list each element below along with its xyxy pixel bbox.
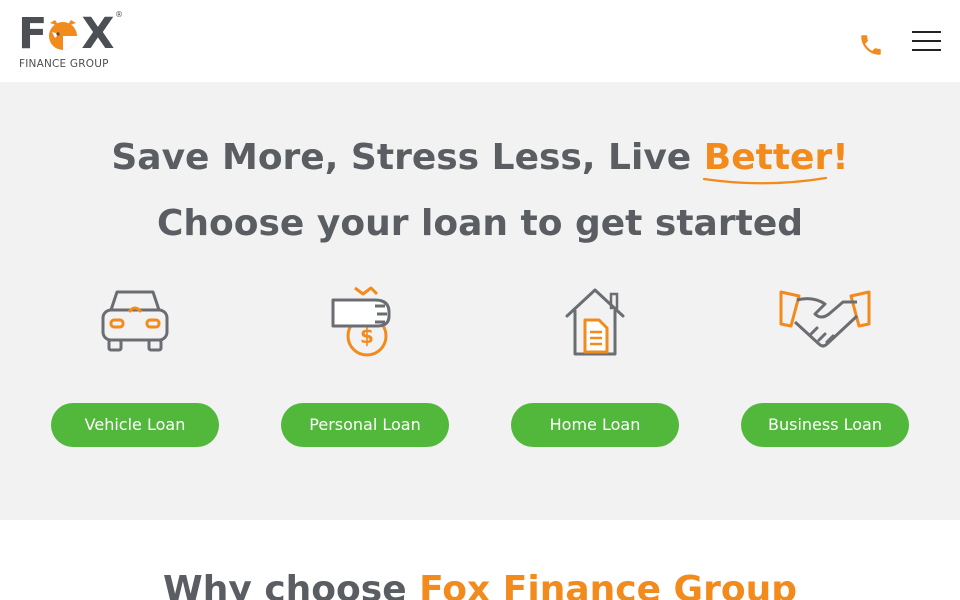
logo-letter-f: F: [18, 9, 47, 59]
hero-section: Save More, Stress Less, Live Better! Cho…: [0, 82, 960, 520]
logo-subtitle: FINANCE GROUP: [19, 58, 109, 70]
logo-letter-x: X: [81, 9, 114, 59]
house-document-icon: [565, 288, 625, 356]
car-icon: [101, 290, 169, 352]
menu-bar: [912, 40, 941, 42]
business-loan-button[interactable]: Business Loan: [741, 403, 909, 447]
underline-swash-icon: [702, 176, 827, 185]
loan-option-business: Business Loan: [741, 282, 909, 452]
site-header: F X ® FINANCE GROUP: [0, 0, 960, 82]
svg-text:$: $: [360, 324, 374, 348]
registered-mark: ®: [115, 10, 123, 19]
headline-prefix: Save More, Stress Less, Live: [111, 137, 704, 178]
hero-headline: Save More, Stress Less, Live Better!: [0, 136, 960, 185]
fox-head-icon: [46, 15, 80, 50]
menu-bar: [912, 31, 941, 33]
home-loan-button[interactable]: Home Loan: [511, 403, 679, 447]
personal-loan-button[interactable]: Personal Loan: [281, 403, 449, 447]
why-choose-title: Why choose Fox Finance Group: [0, 568, 960, 600]
vehicle-loan-button[interactable]: Vehicle Loan: [51, 403, 219, 447]
hero-subheadline: Choose your loan to get started: [156, 203, 803, 244]
loan-option-personal: $ Personal Loan: [281, 282, 449, 452]
loan-option-vehicle: Vehicle Loan: [51, 282, 219, 452]
hamburger-menu-button[interactable]: [912, 31, 942, 53]
logo-wordmark: F X: [18, 9, 115, 59]
phone-button[interactable]: [858, 32, 884, 58]
headline-accent: Better!: [702, 136, 849, 185]
loan-option-home: Home Loan: [511, 282, 679, 452]
headline-accent-text: Better!: [703, 137, 849, 178]
phone-icon: [861, 35, 881, 55]
fox-finance-logo[interactable]: F X ® FINANCE GROUP: [18, 10, 124, 72]
why-title-accent: Fox Finance Group: [419, 569, 797, 600]
handshake-icon: [779, 290, 871, 348]
why-title-prefix: Why choose: [163, 569, 420, 600]
money-bag-hand-icon: $: [331, 286, 391, 357]
menu-bar: [912, 49, 941, 51]
why-choose-section: Why choose Fox Finance Group: [0, 520, 960, 600]
